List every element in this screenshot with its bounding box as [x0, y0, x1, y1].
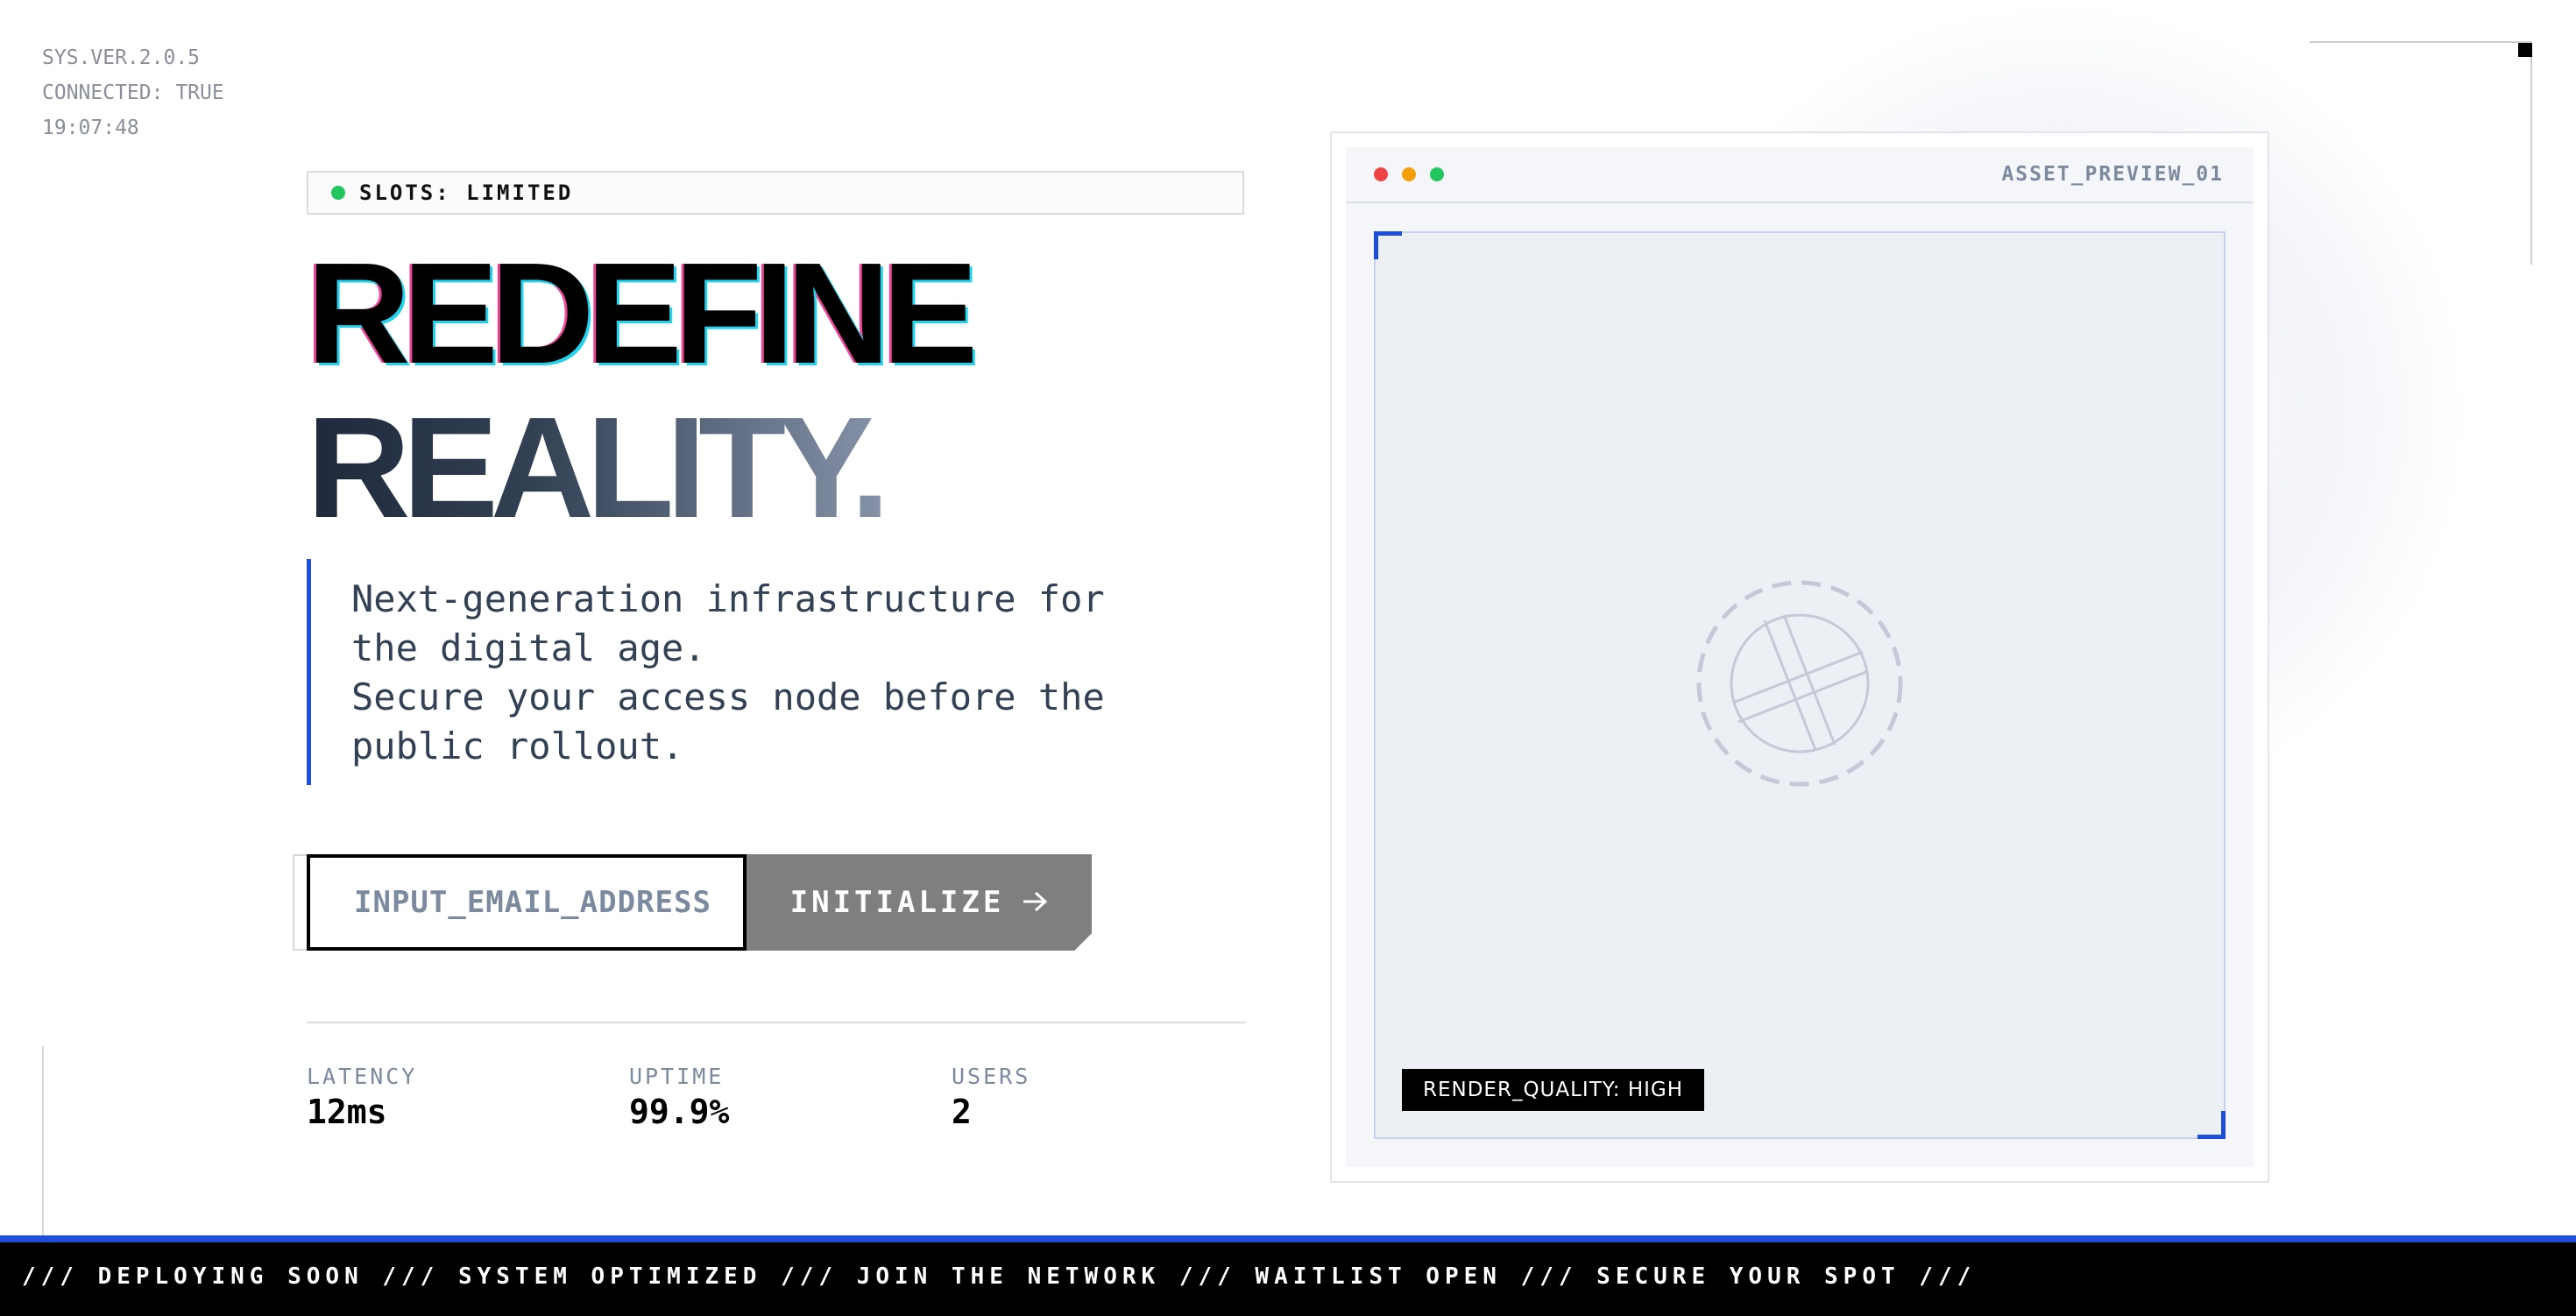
ticker-accent-line	[0, 1235, 2576, 1242]
image-placeholder-icon	[1696, 580, 1903, 787]
status-dot-icon	[331, 186, 345, 200]
stat-value: 99.9%	[629, 1093, 730, 1131]
initialize-button-label: INITIALIZE	[789, 885, 1005, 920]
render-quality-badge: RENDER_QUALITY: HIGH	[1402, 1069, 1705, 1111]
preview-title: ASSET_PREVIEW_01	[2001, 163, 2224, 186]
stat-label: LATENCY	[307, 1064, 418, 1089]
arrow-right-icon	[1022, 885, 1048, 920]
stat-latency: LATENCY 12ms	[307, 1064, 417, 1131]
corner-marker	[2518, 43, 2532, 57]
slots-badge: SLOTS: LIMITED	[307, 171, 1244, 215]
headline-line-1: REDEFINE	[307, 233, 978, 393]
corner-bracket-bottom-right	[2197, 1111, 2226, 1139]
description-line: public rollout.	[351, 725, 684, 768]
section-divider	[307, 1022, 1246, 1023]
description-line: Secure your access node before the	[351, 676, 1105, 718]
ticker-text: OT /// DEPLOYING SOON /// SYSTEM OPTIMIZ…	[0, 1263, 1977, 1290]
minimize-dot-icon[interactable]	[1402, 167, 1416, 181]
close-dot-icon[interactable]	[1374, 167, 1388, 181]
headline-line-2: REALITY.	[307, 387, 890, 548]
maximize-dot-icon[interactable]	[1430, 167, 1444, 181]
corner-bracket-vertical	[2530, 41, 2532, 265]
stat-label: USERS	[952, 1064, 1031, 1089]
stat-value: 2	[952, 1093, 972, 1131]
email-input[interactable]	[352, 884, 743, 921]
description-line: Next-generation infrastructure for	[351, 577, 1105, 620]
stat-value: 12ms	[307, 1093, 387, 1131]
connection-status: CONNECTED: TRUE	[42, 81, 224, 104]
stat-label: UPTIME	[629, 1064, 725, 1089]
stat-users: USERS 2	[952, 1064, 1030, 1131]
side-guide-line	[42, 1046, 44, 1237]
corner-bracket-top-left	[1374, 231, 1402, 259]
system-readout: SYS.VER.2.0.5 CONNECTED: TRUE 19:07:48	[42, 40, 224, 145]
description-line: the digital age.	[351, 626, 706, 669]
ticker-bar: OT /// DEPLOYING SOON /// SYSTEM OPTIMIZ…	[0, 1242, 2576, 1316]
system-clock: 19:07:48	[42, 117, 139, 139]
system-version: SYS.VER.2.0.5	[42, 46, 201, 69]
email-field-wrapper	[307, 854, 747, 951]
preview-titlebar: ASSET_PREVIEW_01	[1346, 147, 2254, 203]
initialize-button[interactable]: INITIALIZE	[747, 854, 1092, 951]
stat-uptime: UPTIME 99.9%	[629, 1064, 729, 1131]
badge-label: SLOTS: LIMITED	[359, 180, 574, 205]
description: Next-generation infrastructure for the d…	[307, 559, 1105, 785]
corner-bracket-horizontal	[2310, 41, 2532, 43]
